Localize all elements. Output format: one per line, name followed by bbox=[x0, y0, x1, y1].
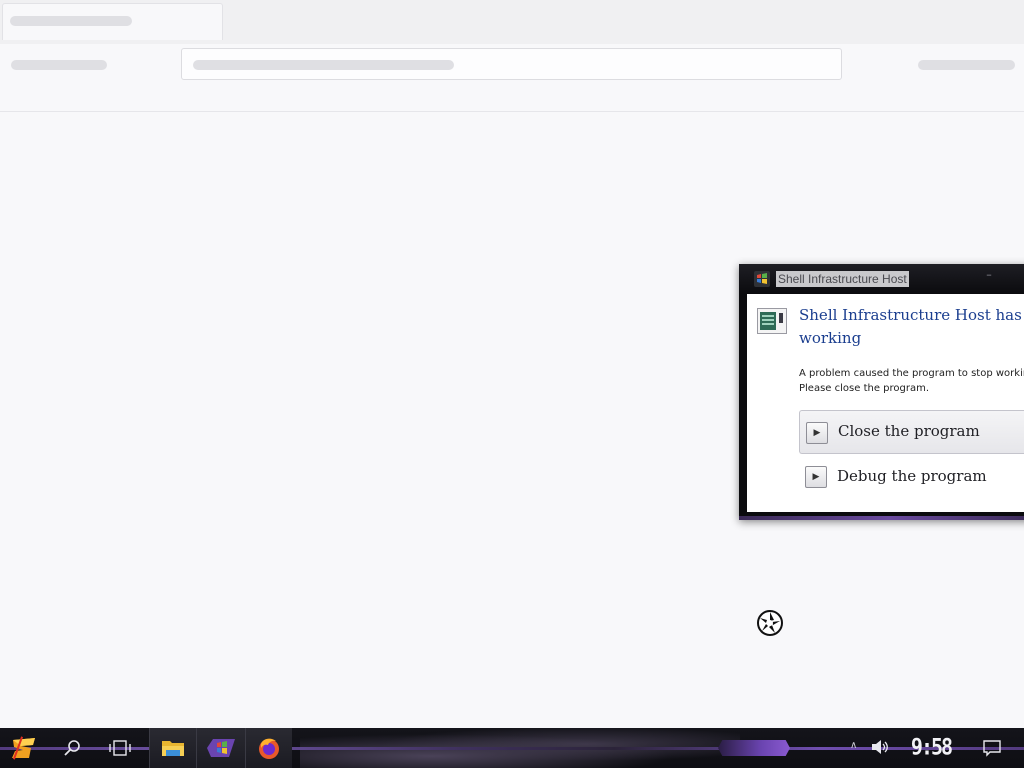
dialog-body: Shell Infrastructure Host has s working … bbox=[747, 294, 1024, 512]
windows-app-icon bbox=[207, 739, 235, 757]
search-icon bbox=[64, 740, 80, 756]
firefox-icon bbox=[259, 738, 279, 759]
message-line-2: Please close the program. bbox=[799, 383, 930, 394]
error-dialog: Shell Infrastructure Host – Shell Infras… bbox=[739, 264, 1024, 520]
taskbar: ∧ 9:58 AM bbox=[0, 728, 1024, 768]
folder-icon bbox=[162, 741, 184, 756]
task-view-button[interactable] bbox=[102, 728, 138, 768]
arrow-right-icon: ▶ bbox=[805, 466, 827, 488]
arrow-right-icon: ▶ bbox=[806, 422, 828, 444]
dialog-title: Shell Infrastructure Host bbox=[776, 271, 909, 287]
debug-program-button[interactable]: ▶ Debug the program bbox=[799, 458, 1024, 496]
dialog-titlebar[interactable]: Shell Infrastructure Host – bbox=[739, 264, 1024, 294]
taskbar-decoration-bar bbox=[718, 740, 790, 756]
message-line-1: A problem caused the program to stop wor… bbox=[799, 368, 1024, 379]
taskbar-clock[interactable]: 9:58 AM bbox=[900, 732, 962, 768]
tab-strip bbox=[0, 0, 1024, 44]
url-text-placeholder bbox=[193, 60, 454, 70]
dialog-heading: Shell Infrastructure Host has s working bbox=[799, 304, 1024, 350]
toolbar-right-placeholder bbox=[918, 60, 1015, 70]
search-button[interactable] bbox=[54, 728, 90, 768]
windows-app-icon bbox=[754, 271, 770, 287]
tab-title-placeholder bbox=[10, 16, 132, 26]
start-button[interactable] bbox=[2, 728, 46, 768]
close-program-button[interactable]: ▶ Close the program bbox=[799, 410, 1024, 454]
heading-line-2: working bbox=[799, 329, 862, 347]
firefox-button[interactable] bbox=[245, 728, 292, 768]
start-logo-icon bbox=[12, 736, 35, 760]
dialog-message: A problem caused the program to stop wor… bbox=[799, 366, 1024, 396]
volume-icon[interactable] bbox=[870, 737, 890, 757]
notification-center-icon[interactable] bbox=[982, 738, 1002, 758]
tab-loading[interactable] bbox=[2, 3, 223, 40]
task-view-icon bbox=[109, 740, 131, 756]
minimize-button[interactable]: – bbox=[971, 267, 1007, 289]
file-explorer-button[interactable] bbox=[149, 728, 196, 768]
debug-program-label: Debug the program bbox=[837, 467, 987, 485]
app-window-button[interactable] bbox=[196, 728, 245, 768]
toolbar-left-placeholder bbox=[11, 60, 107, 70]
address-bar-placeholder[interactable] bbox=[181, 48, 842, 80]
close-program-label: Close the program bbox=[838, 422, 980, 440]
heading-line-1: Shell Infrastructure Host has s bbox=[799, 306, 1024, 324]
show-hidden-icons-chevron-icon[interactable]: ∧ bbox=[850, 740, 857, 751]
busy-cursor-icon bbox=[757, 610, 783, 636]
program-window-icon bbox=[757, 308, 787, 334]
